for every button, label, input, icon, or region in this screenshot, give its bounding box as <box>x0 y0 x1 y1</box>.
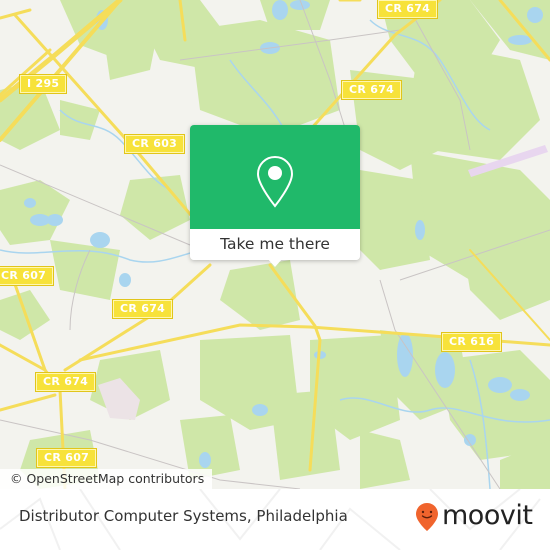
take-me-there-button[interactable]: Take me there <box>190 229 360 260</box>
road-label-cr674: CR 674 <box>36 373 96 391</box>
road-label-cr674: CR 674 <box>113 300 173 318</box>
map-pin-icon <box>256 155 294 208</box>
road-label-cr674: CR 674 <box>342 81 402 99</box>
popup-header[interactable] <box>190 125 360 229</box>
moovit-pin-icon <box>416 503 438 531</box>
road-label-cr616: CR 616 <box>442 333 502 351</box>
road-label-cr603: CR 603 <box>125 135 185 153</box>
map-view[interactable]: CR 674 I 295 CR 674 CR 603 CR 607 CR 674… <box>0 0 550 489</box>
map-attribution[interactable]: © OpenStreetMap contributors <box>0 469 213 489</box>
moovit-logo[interactable]: moovit <box>415 499 533 532</box>
road-label-cr674: CR 674 <box>378 0 438 18</box>
road-label-i295: I 295 <box>20 75 67 93</box>
popup-pointer <box>267 258 283 267</box>
road-label-cr607: CR 607 <box>0 267 54 285</box>
road-label-cr607: CR 607 <box>37 449 97 467</box>
place-title: Distributor Computer Systems, Philadelph… <box>19 507 348 525</box>
footer-bar: Distributor Computer Systems, Philadelph… <box>0 489 550 550</box>
take-me-there-popup[interactable]: Take me there <box>190 125 360 267</box>
moovit-wordmark: moovit <box>442 499 533 531</box>
